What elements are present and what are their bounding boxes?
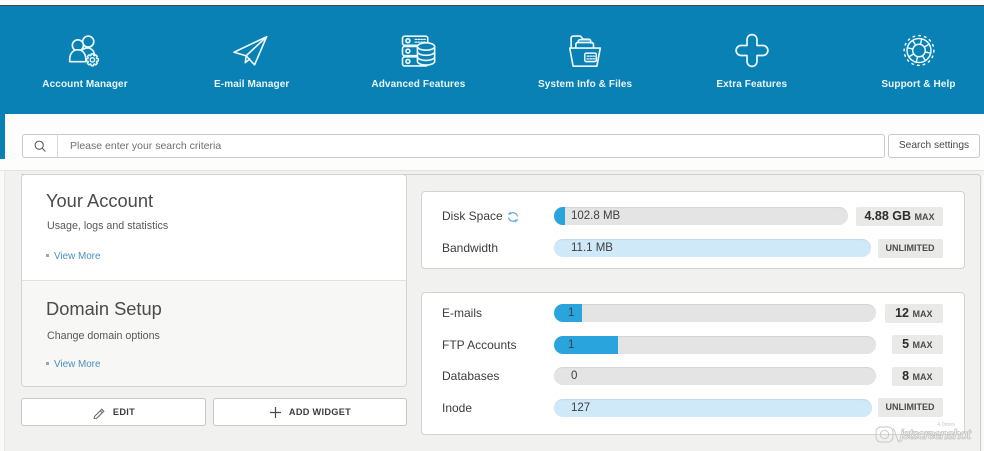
svg-text:jetscreenshot: jetscreenshot xyxy=(898,427,972,442)
